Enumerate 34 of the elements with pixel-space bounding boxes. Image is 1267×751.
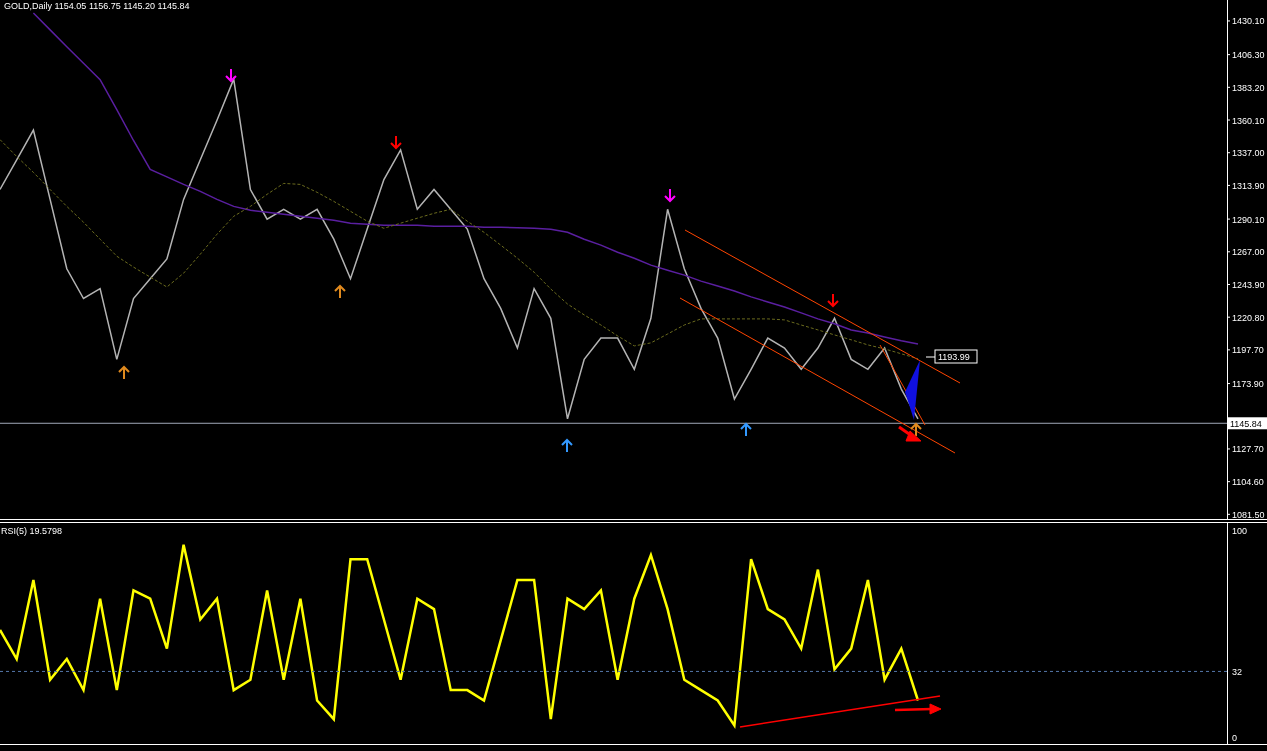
indicator-title: RSI(5) 19.5798 [1, 526, 63, 536]
current-price-label: 1145.84 [1228, 417, 1267, 430]
chart-title: GOLD,Daily 1154.05 1156.75 1145.20 1145.84 [4, 1, 190, 11]
axis-label: 1406.30 [1232, 50, 1265, 61]
down-arrow-icon [225, 68, 237, 83]
axis-label: 32 [1232, 666, 1242, 677]
up-arrow-icon [334, 284, 346, 299]
axis-label: 1313.90 [1232, 180, 1265, 191]
up-arrow-icon [561, 438, 573, 453]
axis-label: 1243.90 [1232, 280, 1265, 290]
axis-label: 1104.60 [1232, 477, 1264, 488]
axis-label: 1360.10 [1232, 115, 1265, 126]
price-label: 1193.99 [925, 349, 978, 364]
right-arrow-icon [894, 703, 942, 715]
axis-label: 1220.80 [1232, 312, 1265, 323]
up-arrow-icon [118, 365, 130, 380]
axis-label: 1267.00 [1232, 247, 1265, 258]
axis-label: 1290.10 [1232, 214, 1265, 225]
axis-label: 1127.70 [1232, 444, 1264, 455]
axis-label: 1197.70 [1232, 345, 1264, 356]
triangle-shape [905, 360, 920, 420]
axis-label: 1081.50 [1232, 509, 1265, 520]
axis-label: 1383.20 [1232, 82, 1265, 93]
axis-label: 1173.90 [1232, 379, 1264, 390]
axis-label: 1337.00 [1232, 148, 1265, 159]
down-arrow-icon [827, 293, 839, 308]
axis-label: 100 [1232, 525, 1248, 536]
diagonal-arrow-icon [898, 425, 922, 442]
axis-label: 1430.10 [1232, 16, 1265, 27]
down-arrow-icon [664, 188, 676, 203]
axis-label: 0 [1232, 733, 1237, 744]
up-arrow-icon [910, 422, 922, 437]
up-arrow-icon [740, 422, 752, 437]
down-arrow-icon [390, 135, 402, 150]
